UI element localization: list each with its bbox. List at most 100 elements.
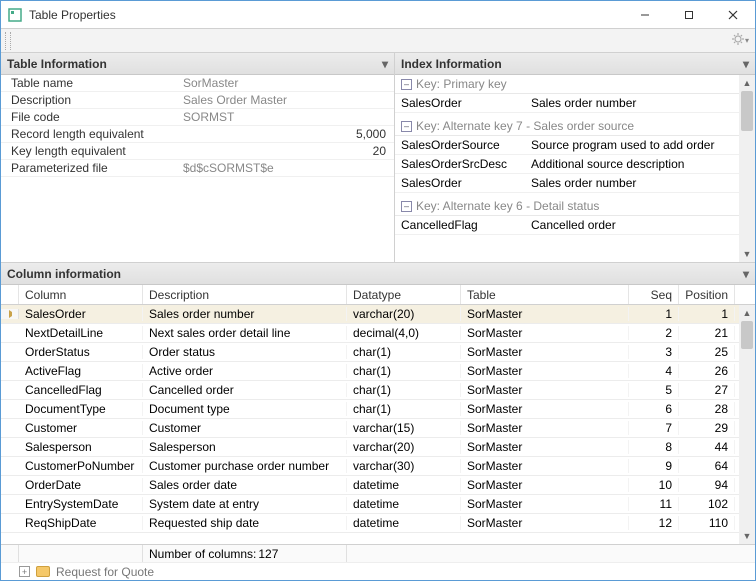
table-row[interactable]: SalespersonSalespersonvarchar(20)SorMast… bbox=[1, 438, 739, 457]
property-row[interactable]: Record length equivalent5,000 bbox=[1, 126, 394, 143]
index-col-desc: Sales order number bbox=[531, 96, 733, 110]
scrollbar-vertical[interactable]: ▲ ▼ bbox=[739, 305, 755, 544]
cell-datatype: char(1) bbox=[347, 364, 461, 378]
cell-description: System date at entry bbox=[143, 497, 347, 511]
property-value[interactable]: 5,000 bbox=[179, 127, 394, 141]
col-header-seq[interactable]: Seq bbox=[629, 285, 679, 304]
index-group-header[interactable]: –Key: Alternate key 7 - Sales order sour… bbox=[395, 117, 739, 136]
tree-hint: + Request for Quote bbox=[1, 562, 755, 580]
col-header-position[interactable]: Position bbox=[679, 285, 735, 304]
chevron-down-icon: ▾ bbox=[743, 57, 749, 71]
toolbar-grip[interactable] bbox=[5, 32, 11, 50]
index-info-header[interactable]: Index Information ▾ bbox=[395, 53, 755, 75]
gear-icon bbox=[731, 32, 745, 49]
scroll-down-icon[interactable]: ▼ bbox=[739, 246, 755, 262]
index-row[interactable]: SalesOrderSrcDescAdditional source descr… bbox=[395, 155, 739, 174]
cell-column: OrderDate bbox=[19, 478, 143, 492]
table-row[interactable]: DocumentTypeDocument typechar(1)SorMaste… bbox=[1, 400, 739, 419]
collapse-icon[interactable]: – bbox=[401, 121, 412, 132]
table-info-header[interactable]: Table Information ▾ bbox=[1, 53, 394, 75]
property-row[interactable]: File codeSORMST bbox=[1, 109, 394, 126]
index-row[interactable]: CancelledFlagCancelled order bbox=[395, 216, 739, 235]
table-row[interactable]: ActiveFlagActive orderchar(1)SorMaster42… bbox=[1, 362, 739, 381]
index-info-panel: Index Information ▾ –Key: Primary keySal… bbox=[395, 53, 755, 262]
property-row[interactable]: Table nameSorMaster bbox=[1, 75, 394, 92]
close-button[interactable] bbox=[711, 1, 755, 29]
cell-position: 94 bbox=[679, 478, 735, 492]
cell-seq: 12 bbox=[629, 516, 679, 530]
window: Table Properties ▾ Table Information ▾ T… bbox=[0, 0, 756, 581]
index-col-name: SalesOrder bbox=[401, 176, 531, 190]
tree-hint-label: Request for Quote bbox=[56, 565, 154, 579]
cell-position: 29 bbox=[679, 421, 735, 435]
cell-description: Order status bbox=[143, 345, 347, 359]
table-row[interactable]: OrderDateSales order datedatetimeSorMast… bbox=[1, 476, 739, 495]
cell-column: CustomerPoNumber bbox=[19, 459, 143, 473]
column-grid-body: SalesOrderSales order numbervarchar(20)S… bbox=[1, 305, 755, 544]
index-group-title: Key: Primary key bbox=[416, 77, 507, 91]
index-col-desc: Sales order number bbox=[531, 176, 733, 190]
column-grid-footer: Number of columns: 127 bbox=[1, 544, 755, 562]
col-header-description[interactable]: Description bbox=[143, 285, 347, 304]
chevron-down-icon: ▾ bbox=[743, 267, 749, 281]
cell-column: CancelledFlag bbox=[19, 383, 143, 397]
scrollbar-thumb[interactable] bbox=[741, 321, 753, 349]
cell-column: ActiveFlag bbox=[19, 364, 143, 378]
minimize-button[interactable] bbox=[623, 1, 667, 29]
table-row[interactable]: OrderStatusOrder statuschar(1)SorMaster3… bbox=[1, 343, 739, 362]
table-row[interactable]: EntrySystemDateSystem date at entrydatet… bbox=[1, 495, 739, 514]
scroll-up-icon[interactable]: ▲ bbox=[739, 75, 755, 91]
scrollbar-vertical[interactable]: ▲ ▼ bbox=[739, 75, 755, 262]
scroll-up-icon[interactable]: ▲ bbox=[739, 305, 755, 321]
property-label: Key length equivalent bbox=[1, 144, 179, 158]
scroll-down-icon[interactable]: ▼ bbox=[739, 528, 755, 544]
column-info-header[interactable]: Column information ▾ bbox=[1, 263, 755, 285]
cell-table: SorMaster bbox=[461, 345, 629, 359]
cell-position: 27 bbox=[679, 383, 735, 397]
index-row[interactable]: SalesOrderSales order number bbox=[395, 174, 739, 193]
cell-table: SorMaster bbox=[461, 497, 629, 511]
property-row[interactable]: Key length equivalent20 bbox=[1, 143, 394, 160]
table-row[interactable]: CancelledFlagCancelled orderchar(1)SorMa… bbox=[1, 381, 739, 400]
table-row[interactable]: NextDetailLineNext sales order detail li… bbox=[1, 324, 739, 343]
cell-seq: 7 bbox=[629, 421, 679, 435]
property-row[interactable]: DescriptionSales Order Master bbox=[1, 92, 394, 109]
collapse-icon[interactable]: – bbox=[401, 201, 412, 212]
cell-seq: 2 bbox=[629, 326, 679, 340]
toolbar-settings[interactable]: ▾ bbox=[731, 32, 749, 49]
cell-datatype: varchar(20) bbox=[347, 440, 461, 454]
cell-column: DocumentType bbox=[19, 402, 143, 416]
expand-icon[interactable]: + bbox=[19, 566, 30, 577]
table-row[interactable]: CustomerPoNumberCustomer purchase order … bbox=[1, 457, 739, 476]
index-group-header[interactable]: –Key: Primary key bbox=[395, 75, 739, 94]
cell-datatype: varchar(15) bbox=[347, 421, 461, 435]
panel-title: Index Information bbox=[401, 57, 502, 71]
collapse-icon[interactable]: – bbox=[401, 79, 412, 90]
footer-count-label: Number of columns: bbox=[149, 547, 256, 561]
cell-table: SorMaster bbox=[461, 421, 629, 435]
cell-seq: 3 bbox=[629, 345, 679, 359]
property-row[interactable]: Parameterized file$d$cSORMST$e bbox=[1, 160, 394, 177]
col-header-datatype[interactable]: Datatype bbox=[347, 285, 461, 304]
property-value: $d$cSORMST$e bbox=[179, 161, 394, 175]
titlebar: Table Properties bbox=[1, 1, 755, 29]
scrollbar-thumb[interactable] bbox=[741, 91, 753, 131]
col-header-table[interactable]: Table bbox=[461, 285, 629, 304]
cell-description: Requested ship date bbox=[143, 516, 347, 530]
maximize-button[interactable] bbox=[667, 1, 711, 29]
cell-table: SorMaster bbox=[461, 307, 629, 321]
index-row[interactable]: SalesOrderSourceSource program used to a… bbox=[395, 136, 739, 155]
col-header-column[interactable]: Column bbox=[19, 285, 143, 304]
cell-description: Cancelled order bbox=[143, 383, 347, 397]
row-header-corner bbox=[1, 285, 19, 304]
table-row[interactable]: CustomerCustomervarchar(15)SorMaster729 bbox=[1, 419, 739, 438]
index-row[interactable]: SalesOrderSales order number bbox=[395, 94, 739, 113]
chevron-down-icon: ▾ bbox=[745, 36, 749, 45]
chevron-down-icon: ▾ bbox=[382, 57, 388, 71]
table-row[interactable]: SalesOrderSales order numbervarchar(20)S… bbox=[1, 305, 739, 324]
table-row[interactable]: ReqShipDateRequested ship datedatetimeSo… bbox=[1, 514, 739, 533]
cell-column: EntrySystemDate bbox=[19, 497, 143, 511]
property-value[interactable]: 20 bbox=[179, 144, 394, 158]
footer-count-value: 127 bbox=[258, 547, 278, 561]
index-group-header[interactable]: –Key: Alternate key 6 - Detail status bbox=[395, 197, 739, 216]
